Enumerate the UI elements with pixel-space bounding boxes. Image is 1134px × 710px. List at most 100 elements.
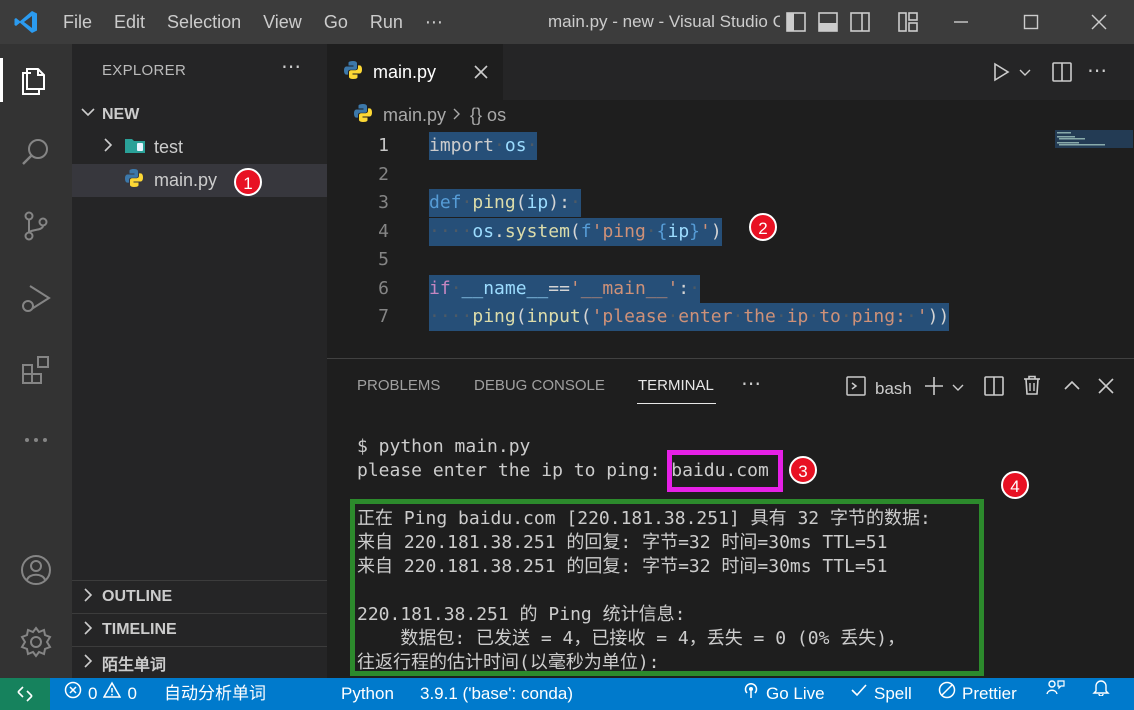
source-control-icon[interactable] — [14, 204, 58, 248]
tab-main-py[interactable]: main.py — [327, 44, 503, 100]
section-timeline[interactable]: TIMELINE — [72, 613, 327, 646]
minimize-button[interactable] — [938, 0, 984, 44]
menu-selection[interactable]: Selection — [156, 0, 252, 44]
annotation-badge-3: 3 — [789, 456, 817, 484]
tab-label: main.py — [373, 61, 437, 82]
language-mode[interactable]: Python — [341, 678, 394, 710]
test-folder-icon — [124, 136, 146, 159]
extension-status[interactable]: 自动分析单词 — [164, 678, 266, 710]
title-bar: File Edit Selection View Go Run ⋯ main.p… — [0, 0, 1134, 44]
menu-view[interactable]: View — [252, 0, 313, 44]
close-window-button[interactable] — [1076, 0, 1122, 44]
sidebar-title: EXPLORER — [102, 62, 187, 79]
breadcrumb-symbol[interactable]: {} os — [470, 105, 506, 126]
search-icon[interactable] — [14, 130, 58, 174]
trash-icon[interactable] — [1021, 374, 1043, 401]
broadcast-icon — [742, 678, 760, 710]
split-terminal-icon[interactable] — [983, 375, 1005, 402]
warning-icon — [103, 678, 122, 710]
chevron-right-icon — [452, 105, 462, 126]
close-panel-icon[interactable] — [1097, 377, 1115, 400]
more-views-icon[interactable] — [14, 418, 58, 462]
warning-count: 0 — [127, 684, 137, 703]
customize-layout-icon[interactable] — [896, 10, 920, 34]
terminal-prompt: please enter the ip to ping: — [357, 460, 672, 481]
chevron-down-icon — [80, 104, 96, 125]
toggle-panel-icon[interactable] — [816, 10, 840, 34]
spell-button[interactable]: Spell — [850, 678, 912, 710]
spell-label: Spell — [874, 684, 912, 703]
tab-problems[interactable]: PROBLEMS — [357, 377, 440, 394]
tab-terminal[interactable]: TERMINAL — [638, 377, 714, 394]
check-icon — [850, 678, 868, 710]
menu-run[interactable]: Run — [359, 0, 414, 44]
prettier-button[interactable]: Prettier — [938, 678, 1017, 710]
sidebar-more-button[interactable]: ⋯ — [281, 54, 302, 79]
tree-item-test[interactable]: test — [72, 131, 327, 164]
terminal-shell-selector[interactable]: bash — [845, 375, 912, 402]
run-debug-icon[interactable] — [14, 276, 58, 320]
python-file-icon — [353, 103, 373, 128]
python-file-icon — [343, 60, 363, 85]
python-interpreter[interactable]: 3.9.1 ('base': conda) — [420, 678, 573, 710]
remote-indicator[interactable] — [0, 678, 50, 710]
section-outline[interactable]: OUTLINE — [72, 580, 327, 613]
section-timeline-label: TIMELINE — [102, 621, 177, 638]
menu-go[interactable]: Go — [313, 0, 359, 44]
terminal-options-chevron-icon[interactable] — [952, 381, 964, 399]
feedback-icon[interactable] — [1045, 678, 1065, 698]
problems-status[interactable]: 0 0 — [64, 678, 137, 710]
toggle-secondary-sidebar-icon[interactable] — [848, 10, 872, 34]
line-number: 7 — [378, 306, 389, 327]
line-number: 6 — [378, 278, 389, 299]
maximize-panel-chevron-up-icon[interactable] — [1063, 377, 1081, 400]
active-indicator — [0, 58, 3, 102]
editor-more-icon[interactable]: ⋯ — [1087, 58, 1107, 83]
split-editor-icon[interactable] — [1051, 61, 1073, 88]
panel-more-icon[interactable]: ⋯ — [741, 371, 761, 396]
folder-root-label: NEW — [102, 105, 140, 123]
tree-item-main-py[interactable]: main.py — [72, 164, 327, 197]
chevron-right-icon — [80, 653, 96, 674]
menu-file[interactable]: File — [52, 0, 103, 44]
minimap[interactable] — [1055, 130, 1133, 148]
extensions-icon[interactable] — [14, 348, 58, 392]
code-editor[interactable]: 1 import·os· 2 3 def·ping(ip):· 4 ····os… — [327, 130, 1134, 358]
annotation-badge-2: 2 — [749, 213, 777, 241]
annotation-badge-1: 1 — [234, 168, 262, 196]
section-vocabulary[interactable]: 陌生单词 — [72, 646, 327, 679]
section-vocabulary-label: 陌生单词 — [102, 657, 167, 674]
new-terminal-plus-icon[interactable] — [923, 375, 945, 402]
menu-more[interactable]: ⋯ — [414, 0, 454, 44]
run-options-chevron-icon[interactable] — [1019, 66, 1031, 84]
folder-root[interactable]: NEW — [72, 98, 327, 131]
error-count: 0 — [88, 684, 98, 703]
code-line: 5 — [327, 246, 1134, 274]
shell-name: bash — [875, 378, 912, 398]
activity-bar — [0, 44, 72, 678]
tab-debug-console[interactable]: DEBUG CONSOLE — [474, 377, 605, 394]
notifications-bell-icon[interactable] — [1092, 678, 1110, 696]
manage-gear-icon[interactable] — [14, 620, 58, 664]
breadcrumb-file[interactable]: main.py — [383, 105, 446, 126]
status-bar: 0 0 自动分析单词 Python 3.9.1 ('base': conda) … — [0, 678, 1134, 710]
maximize-button[interactable] — [1008, 0, 1054, 44]
run-file-icon[interactable] — [991, 62, 1011, 87]
breadcrumb: main.py {} os — [327, 100, 1134, 130]
menu-edit[interactable]: Edit — [103, 0, 156, 44]
tree-item-label: main.py — [154, 170, 218, 190]
go-live-button[interactable]: Go Live — [742, 678, 825, 710]
line-number: 5 — [378, 249, 389, 270]
chevron-right-icon — [100, 137, 116, 158]
code-line: 4 ····os.system(f'ping·{ip}') — [327, 218, 1134, 246]
window-title: main.py - new - Visual Studio Code — [548, 12, 780, 31]
section-outline-label: OUTLINE — [102, 588, 173, 605]
toggle-primary-sidebar-icon[interactable] — [784, 10, 808, 34]
vscode-logo-icon — [0, 0, 52, 44]
line-number: 1 — [378, 135, 389, 156]
explorer-icon[interactable] — [14, 58, 58, 102]
menu-bar: File Edit Selection View Go Run ⋯ — [52, 0, 454, 44]
accounts-icon[interactable] — [14, 548, 58, 592]
tab-close-icon[interactable] — [473, 60, 489, 86]
terminal-command: $ python main.py — [357, 436, 531, 457]
